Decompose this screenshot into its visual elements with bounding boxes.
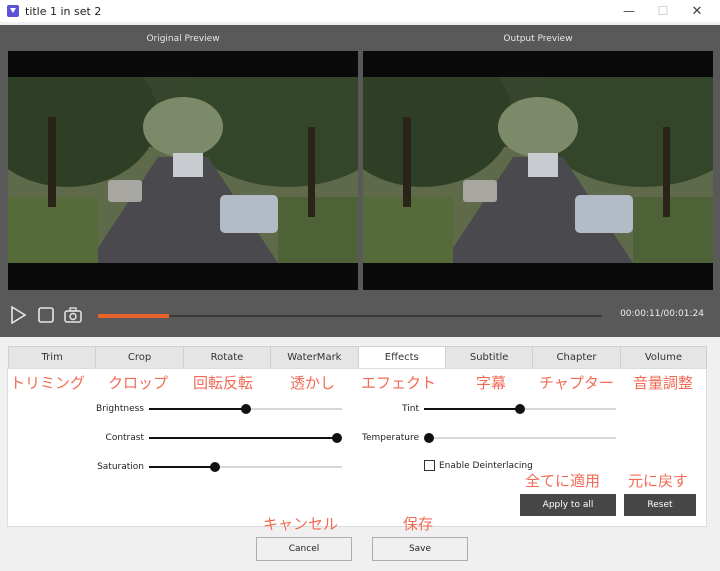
save-button[interactable]: Save bbox=[372, 537, 468, 561]
annotation-apply-all: 全てに適用 bbox=[525, 472, 601, 490]
annotation-volume: 音量調整 bbox=[633, 374, 694, 392]
annotation-reset: 元に戻す bbox=[628, 472, 689, 490]
temperature-thumb[interactable] bbox=[424, 433, 434, 443]
tint-thumb[interactable] bbox=[515, 404, 525, 414]
tab-subtitle[interactable]: Subtitle bbox=[444, 346, 533, 369]
close-button[interactable]: ✕ bbox=[680, 0, 714, 22]
original-preview-label: Original Preview bbox=[146, 34, 220, 44]
temperature-label: Temperature bbox=[361, 433, 419, 443]
apply-to-all-button[interactable]: Apply to all bbox=[520, 494, 616, 516]
brightness-slider[interactable] bbox=[149, 404, 342, 414]
timecode: 00:00:11/00:01:24 bbox=[620, 309, 704, 319]
annotation-subtitle: 字幕 bbox=[476, 374, 507, 392]
edit-tabs: Trim Crop Rotate WaterMark Effects Subti… bbox=[8, 346, 708, 369]
brightness-label: Brightness bbox=[96, 404, 144, 414]
saturation-thumb[interactable] bbox=[209, 462, 220, 472]
tab-crop[interactable]: Crop bbox=[95, 346, 183, 369]
maximize-button[interactable]: ☐ bbox=[646, 0, 680, 22]
title-bar: title 1 in set 2 — ☐ ✕ bbox=[0, 0, 720, 22]
tint-slider[interactable] bbox=[424, 404, 616, 414]
brightness-thumb[interactable] bbox=[240, 404, 251, 414]
tab-chapter[interactable]: Chapter bbox=[532, 346, 620, 369]
annotation-effects: エフェクト bbox=[361, 374, 437, 392]
annotation-rotate: 回転反転 bbox=[193, 374, 254, 392]
deinterlace-label: Enable Deinterlacing bbox=[439, 461, 533, 471]
tab-rotate[interactable]: Rotate bbox=[182, 346, 271, 369]
progress-fill bbox=[98, 314, 169, 318]
original-video-frame bbox=[8, 77, 358, 263]
app-icon bbox=[7, 5, 19, 17]
annotation-trim: トリミング bbox=[10, 374, 86, 392]
annotation-watermark: 透かし bbox=[290, 374, 336, 392]
saturation-slider[interactable] bbox=[149, 462, 342, 472]
contrast-label: Contrast bbox=[105, 433, 144, 443]
output-preview-label: Output Preview bbox=[503, 34, 573, 44]
saturation-label: Saturation bbox=[97, 462, 144, 472]
stop-icon[interactable] bbox=[37, 306, 55, 324]
play-icon[interactable] bbox=[9, 306, 27, 324]
tab-volume[interactable]: Volume bbox=[619, 346, 708, 369]
window-title: title 1 in set 2 bbox=[25, 4, 102, 18]
deinterlace-checkbox[interactable] bbox=[424, 460, 435, 471]
tab-trim[interactable]: Trim bbox=[8, 346, 96, 369]
tab-effects[interactable]: Effects bbox=[357, 346, 445, 369]
original-preview-video bbox=[8, 51, 358, 290]
minimize-button[interactable]: — bbox=[612, 0, 646, 22]
preview-area: Original Preview Output Preview 00:00:11… bbox=[0, 25, 720, 337]
output-preview-video bbox=[363, 51, 713, 290]
tab-watermark[interactable]: WaterMark bbox=[270, 346, 358, 369]
annotation-save: 保存 bbox=[403, 515, 434, 533]
output-video-frame bbox=[363, 77, 713, 263]
camera-icon[interactable] bbox=[64, 306, 82, 324]
annotation-cancel: キャンセル bbox=[263, 515, 339, 533]
reset-button[interactable]: Reset bbox=[624, 494, 696, 516]
cancel-button[interactable]: Cancel bbox=[256, 537, 352, 561]
playback-progress[interactable] bbox=[98, 314, 602, 318]
annotation-chapter: チャプター bbox=[539, 374, 614, 392]
tint-label: Tint bbox=[402, 404, 419, 414]
contrast-slider[interactable] bbox=[149, 433, 342, 443]
temperature-slider[interactable] bbox=[424, 433, 616, 443]
annotation-crop: クロップ bbox=[108, 374, 169, 392]
